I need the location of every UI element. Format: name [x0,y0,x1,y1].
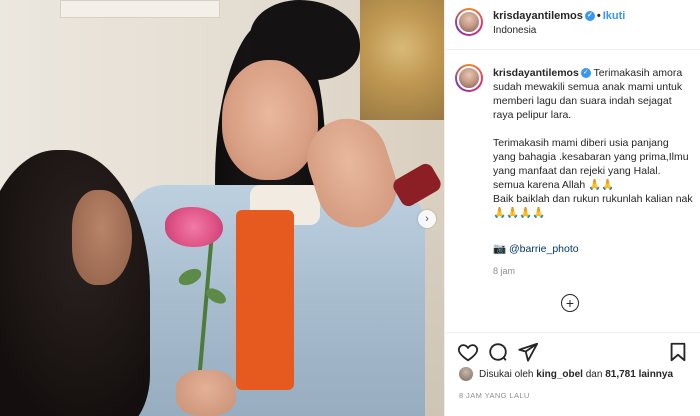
likes-mid: dan [585,368,603,380]
heart-icon[interactable] [457,341,479,363]
post-image[interactable]: › [0,0,444,416]
caption-body: Terimakasih amora sudah mewakili semua a… [493,67,693,219]
profile-avatar[interactable] [455,8,483,36]
photo-woman-face [222,60,318,180]
liker-avatar [459,367,473,381]
photo-pink-rose [165,207,223,247]
photo-child-face [72,190,132,285]
caption-avatar[interactable] [455,64,483,92]
location-link[interactable]: Indonesia [493,25,536,36]
verified-icon: ✓ [584,11,595,22]
caption-username[interactable]: krisdayantilemos [493,67,579,79]
username-link[interactable]: krisdayantilemos [493,10,583,22]
likes-summary: Disukai oleh king_obel dan 81,781 lainny… [459,367,673,381]
bookmark-icon[interactable] [667,341,689,363]
photo-gold-frame [360,0,444,120]
caption-block: krisdayantilemos ✓ Terimakasih amora suda… [445,58,700,288]
post-timestamp: 8 JAM YANG LALU [459,391,530,400]
header-username-row: krisdayantilemos ✓ • Ikuti [493,10,625,22]
chevron-right-icon: › [425,213,429,225]
liker-username-link[interactable]: king_obel [536,369,583,380]
next-image-button[interactable]: › [418,210,436,228]
photo-credit-link[interactable]: 📷 @barrie_photo [493,242,579,255]
send-icon[interactable] [517,341,539,363]
likes-count-link[interactable]: 81,781 [605,369,636,380]
follow-button[interactable]: Ikuti [603,10,626,22]
comment-icon[interactable] [487,341,509,363]
photo-child-hand [176,370,236,416]
caption-text: krisdayantilemos ✓ Terimakasih amora suda… [493,66,693,220]
photo-woman-orange-vest [236,210,294,390]
post-side-panel: krisdayantilemos ✓ • Ikuti Indonesia krisda… [444,0,700,416]
post-header: krisdayantilemos ✓ • Ikuti Indonesia [445,0,700,50]
likes-prefix: Disukai oleh [479,368,534,380]
post-actions: Disukai oleh king_obel dan 81,781 lainny… [445,332,700,416]
separator-dot: • [596,10,601,22]
caption-timestamp: 8 jam [493,266,516,276]
likes-suffix[interactable]: lainnya [639,369,673,380]
plus-circle-icon[interactable]: + [561,294,579,312]
verified-icon: ✓ [580,68,591,79]
photo-window [60,0,220,18]
